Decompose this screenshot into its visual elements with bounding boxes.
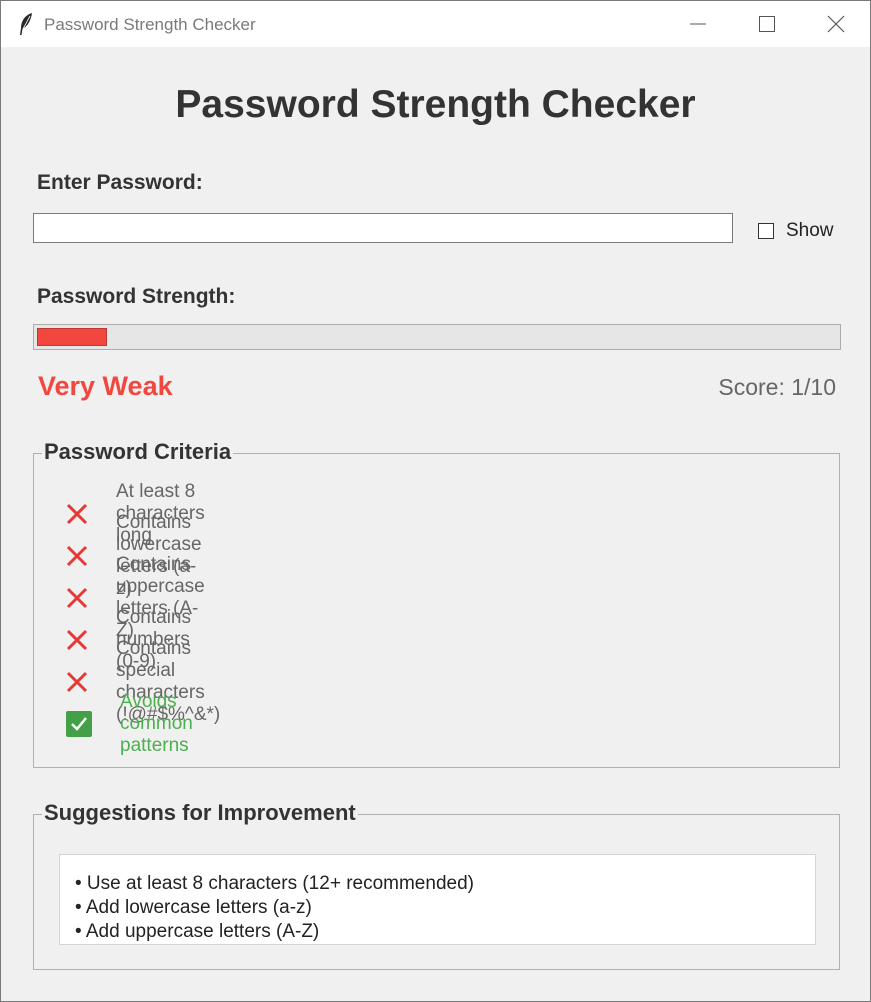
minimize-button[interactable] (663, 1, 733, 47)
maximize-button[interactable] (732, 1, 802, 47)
criteria-group: Password Criteria At least 8 characters … (33, 439, 840, 768)
criteria-item-label: Avoids common patterns (120, 691, 193, 756)
criteria-item: Avoids common patterns (66, 691, 193, 756)
strength-progress-fill (37, 328, 107, 346)
strength-label: Password Strength: (37, 285, 236, 308)
check-icon (66, 711, 92, 737)
show-label: Show (786, 220, 834, 241)
suggestions-group: Suggestions for Improvement • Use at lea… (33, 800, 840, 970)
suggestion-line: • Add lowercase letters (a-z) (75, 897, 312, 918)
suggestions-text-area[interactable]: • Use at least 8 characters (12+ recomme… (59, 854, 816, 945)
show-password-toggle[interactable]: Show (758, 220, 834, 242)
strength-level-text: Very Weak (38, 371, 173, 401)
cross-icon (66, 669, 88, 695)
minimize-icon (690, 23, 706, 25)
page-title: Password Strength Checker (175, 83, 696, 126)
maximize-icon (759, 16, 775, 32)
suggestion-line: • Use at least 8 characters (12+ recomme… (75, 873, 474, 894)
suggestions-title: Suggestions for Improvement (42, 800, 358, 826)
criteria-title: Password Criteria (42, 439, 234, 465)
score-text: Score: 1/10 (718, 374, 836, 400)
cross-icon (66, 585, 88, 611)
cross-icon (66, 543, 88, 569)
close-button[interactable] (801, 1, 870, 47)
password-input[interactable] (33, 213, 733, 243)
strength-progress-bar (33, 324, 841, 350)
app-window: Password Strength Checker Password Stren… (0, 0, 871, 1002)
password-label: Enter Password: (37, 171, 203, 194)
close-icon (827, 15, 845, 33)
show-checkbox[interactable] (758, 223, 774, 239)
cross-icon (66, 501, 88, 527)
suggestion-line: • Add uppercase letters (A-Z) (75, 921, 320, 942)
window-title: Password Strength Checker (44, 15, 256, 34)
feather-icon (20, 13, 32, 35)
cross-icon (66, 627, 88, 653)
title-bar: Password Strength Checker (1, 1, 870, 47)
